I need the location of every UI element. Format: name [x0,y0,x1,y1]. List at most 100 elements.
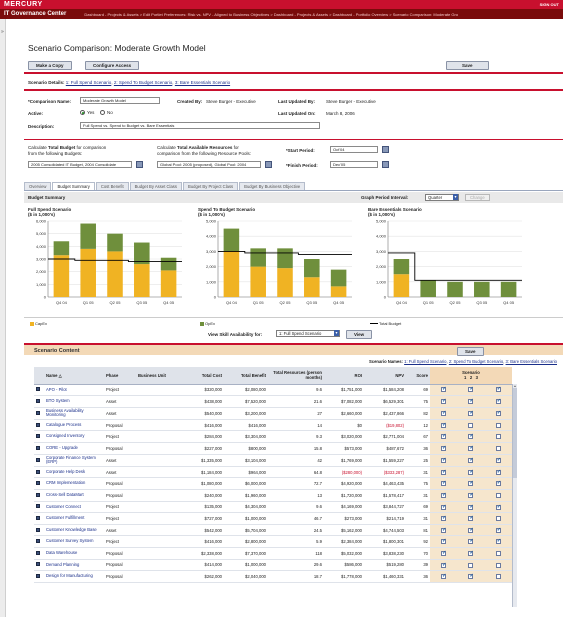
collapse-strip[interactable]: » [0,19,6,617]
scenario-2-checkbox[interactable] [468,504,474,510]
resource-picker-icon[interactable] [265,161,272,168]
scenario-1-checkbox[interactable] [441,480,446,487]
expand-icon[interactable] [36,539,40,544]
expand-cell[interactable] [34,535,44,548]
expand-cell[interactable] [34,501,44,514]
name-cell[interactable]: CRM Implementation [44,477,104,491]
expand-icon[interactable] [36,562,40,567]
tab-budget-by-business-objective[interactable]: Budget By Business Objective [239,182,306,190]
scenario-1-checkbox[interactable] [441,573,446,580]
finish-calendar-icon[interactable] [382,161,389,168]
npv-header[interactable]: NPV [364,367,406,385]
configure-access-button[interactable]: Configure Access [85,61,140,70]
scenario-1-checkbox[interactable] [441,422,446,428]
scenario-2-checkbox[interactable] [468,550,474,556]
expand-cell[interactable] [34,547,44,560]
name-cell[interactable]: BTO System [44,395,104,408]
breadcrumb[interactable]: Dashboard - Projects & Assets > Edit Por… [84,12,458,17]
scenario-2-checkbox[interactable] [468,573,474,580]
name-cell[interactable]: Corporate Help Desk [44,466,104,479]
name-header[interactable]: Name △ [44,367,104,385]
tab-budget-summary[interactable]: Budget Summary [52,182,95,190]
expand-icon[interactable] [36,469,40,474]
scenario-3-checkbox[interactable] [495,480,501,487]
score-header[interactable]: Score [406,367,430,385]
scenario-2-checkbox[interactable] [468,398,474,405]
scenario-2-checkbox[interactable] [468,433,474,440]
scenario-2-checkbox[interactable] [468,480,474,487]
scenario-name-link-1[interactable]: 1: Full Spend Scenario [404,359,446,364]
save-button[interactable]: Save [446,61,489,70]
scroll-thumb[interactable] [513,388,517,478]
name-cell[interactable]: Consigned Inventory [44,430,104,444]
scenario-3-checkbox[interactable] [495,538,501,545]
expand-icon[interactable] [36,422,40,427]
resources-header[interactable]: Total Resources (person months) [268,367,324,385]
scenario-1-checkbox[interactable] [441,386,446,393]
breadcrumb-text[interactable]: Dashboard - Projects & Assets > Edit Por… [84,12,458,17]
scenario-name-link-3[interactable]: 3: Bare Essentials Scenario [506,359,557,364]
scenario-2-checkbox[interactable] [468,538,474,545]
name-cell[interactable]: Business Availability Monitoring [44,407,104,420]
name-cell[interactable]: Demand Planning [44,559,104,572]
expand-icon[interactable] [36,527,40,532]
tab-cost-benefit[interactable]: Cost Benefit [95,182,129,190]
scenario-3-checkbox[interactable] [495,550,501,556]
expand-cell[interactable] [34,419,44,432]
expand-cell[interactable] [34,559,44,572]
scenario-2-checkbox[interactable] [468,386,474,393]
scenario-1-checkbox[interactable] [441,562,446,568]
expand-cell[interactable] [34,477,44,491]
expand-icon[interactable] [36,573,40,578]
expand-icon[interactable] [36,504,40,509]
scenario-2-checkbox[interactable] [468,469,474,475]
scenario-link-1[interactable]: 1: Full Spend Scenario [66,80,112,85]
name-cell[interactable]: Catalogue Process [44,419,104,432]
scenario-link-3[interactable]: 3: Bare Essentials Scenario [175,80,230,85]
name-cell[interactable]: Data Warehouse [44,547,104,560]
active-yes-radio[interactable]: Yes [80,110,94,116]
benefit-header[interactable]: Total Benefit [224,367,268,385]
expand-icon[interactable] [36,445,40,450]
comparison-name-input[interactable]: Moderate Growth Model [80,97,160,104]
name-cell[interactable]: Customer Knowledge Base [44,524,104,537]
expand-icon[interactable] [36,492,40,497]
name-cell[interactable]: Cross-Sell DataMart [44,489,104,502]
name-cell[interactable]: Customer Connect [44,501,104,514]
scenario-3-checkbox[interactable] [495,504,501,510]
expand-cell[interactable] [34,454,44,467]
expand-cell[interactable] [34,466,44,479]
budget-picker-icon[interactable] [136,161,143,168]
radio-no-icon[interactable] [100,110,105,116]
scenario-3-checkbox[interactable] [495,398,501,405]
scenario-1-checkbox[interactable] [441,398,446,405]
scenario-2-checkbox[interactable] [468,515,474,522]
scenario-name-link-2[interactable]: 2: Spend To Budget Scenario [449,359,503,364]
expand-icon[interactable] [36,457,40,462]
budget-select-input[interactable]: 2005 Consolidated IT Budget, 2004 Consol… [28,161,132,168]
scenario-3-checkbox[interactable] [495,516,501,522]
radio-yes-icon[interactable] [80,110,85,116]
scenario-3-checkbox[interactable] [495,493,501,499]
expand-icon[interactable] [36,434,40,439]
expand-cell[interactable] [34,512,44,525]
scenario-3-checkbox[interactable] [495,386,501,393]
scenario-2-checkbox[interactable] [468,457,474,463]
expand-cell[interactable] [34,524,44,537]
graph-period-select[interactable]: Quarter [425,194,459,201]
sign-out-link[interactable]: SIGN OUT [540,2,559,7]
start-calendar-icon[interactable] [382,146,389,153]
make-copy-button[interactable]: Make a Copy [28,61,72,70]
change-button[interactable]: Change [465,194,490,201]
description-input[interactable]: Full Spend vs. Spend to Budget vs. Bare … [80,122,320,129]
scenario-1-checkbox[interactable] [441,538,446,545]
active-no-radio[interactable]: No [100,110,113,116]
scenario-1-checkbox[interactable] [441,410,446,416]
scenario-link-2[interactable]: 2: Spend To Budget Scenario [114,80,172,85]
view-button[interactable]: View [346,330,373,339]
name-cell[interactable]: Design for Manufacturing [44,570,104,583]
expand-icon[interactable] [36,481,40,486]
expand-icon[interactable] [36,516,40,521]
start-period-input[interactable]: Oct'04 [330,146,378,153]
scenario-1-checkbox[interactable] [441,469,446,475]
